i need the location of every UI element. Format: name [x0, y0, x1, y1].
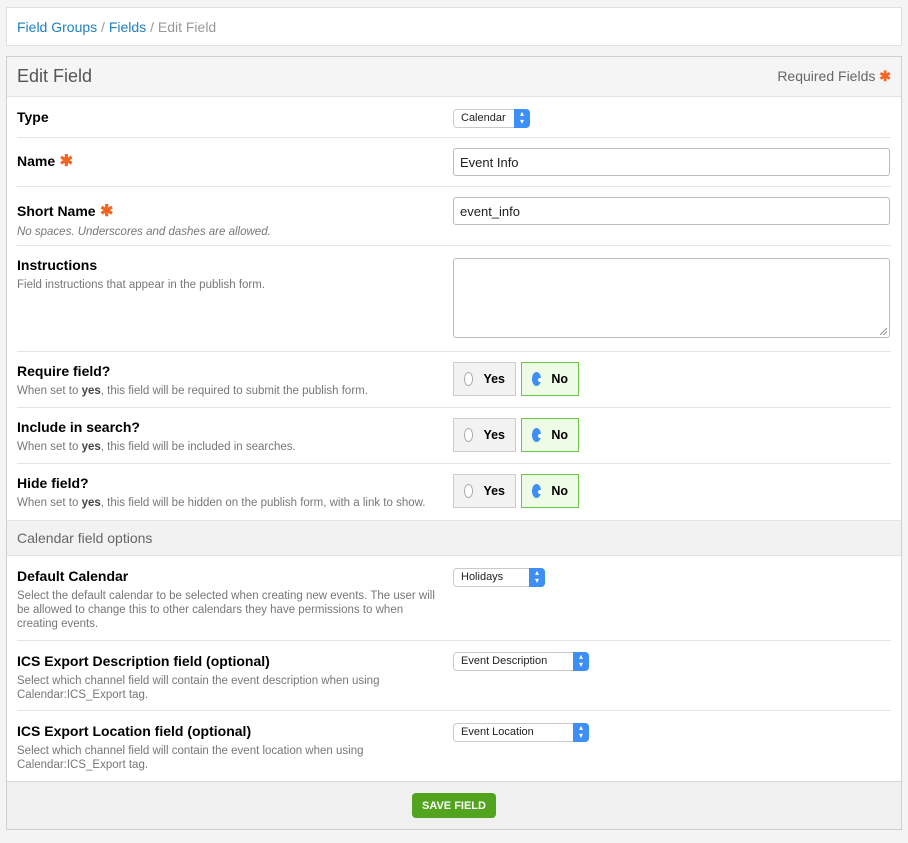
require-field-description: When set to yes, this field will be requ…: [17, 385, 368, 397]
ics-description-label: ICS Export Description field (optional): [17, 653, 270, 669]
breadcrumb-field-groups[interactable]: Field Groups: [17, 19, 97, 35]
include-search-description: When set to yes, this field will be incl…: [17, 441, 296, 453]
panel-header: Edit Field Required Fields ✱: [7, 57, 901, 97]
type-select[interactable]: Calendar ▴ ▾: [453, 108, 530, 128]
resize-grip-icon[interactable]: [880, 328, 887, 335]
hide-field-no[interactable]: No: [521, 474, 579, 508]
required-fields-label: Required Fields: [777, 68, 876, 84]
default-calendar-row: Default Calendar Select the default cale…: [17, 556, 891, 641]
select-arrows-icon: ▴ ▾: [529, 567, 545, 587]
default-calendar-label: Default Calendar: [17, 568, 129, 584]
radio-unchecked-icon: [464, 428, 474, 442]
radio-checked-icon: [532, 484, 543, 498]
form-footer: SAVE FIELD: [7, 781, 901, 829]
ics-location-label: ICS Export Location field (optional): [17, 723, 252, 739]
hide-field-yes[interactable]: Yes: [453, 474, 516, 508]
hide-field-row: Hide field? When set to yes, this field …: [17, 464, 891, 520]
default-calendar-select[interactable]: Holidays ▴ ▾: [453, 567, 545, 587]
select-arrows-icon: ▴ ▾: [573, 651, 589, 671]
hide-field-description: When set to yes, this field will be hidd…: [17, 497, 426, 509]
include-search-no[interactable]: No: [521, 418, 579, 452]
breadcrumb-separator: /: [150, 19, 154, 35]
select-arrows-icon: ▴ ▾: [573, 722, 589, 742]
include-search-toggle: Yes No: [453, 418, 891, 452]
short-name-input[interactable]: [453, 197, 890, 225]
save-field-button[interactable]: SAVE FIELD: [412, 793, 496, 818]
short-name-description: No spaces. Underscores and dashes are al…: [17, 226, 271, 238]
include-search-yes[interactable]: Yes: [453, 418, 516, 452]
short-name-row: Short Name ✱ No spaces. Underscores and …: [17, 187, 891, 246]
required-fields-note: Required Fields ✱: [777, 68, 891, 85]
name-input[interactable]: [453, 148, 890, 176]
instructions-textarea[interactable]: [453, 258, 890, 338]
radio-unchecked-icon: [464, 372, 474, 386]
hide-field-label: Hide field?: [17, 475, 89, 491]
instructions-description: Field instructions that appear in the pu…: [17, 279, 266, 291]
ics-location-select[interactable]: Event Location ▴ ▾: [453, 722, 589, 742]
page-title: Edit Field: [17, 66, 93, 86]
type-label: Type: [17, 109, 49, 125]
breadcrumb-current: Edit Field: [157, 19, 217, 35]
instructions-label: Instructions: [17, 257, 98, 273]
name-row: Name ✱: [17, 138, 891, 187]
name-label: Name: [17, 153, 56, 169]
required-asterisk-icon: ✱: [100, 203, 114, 220]
ics-description-description: Select which channel field will contain …: [17, 675, 380, 701]
breadcrumb-separator: /: [101, 19, 105, 35]
require-field-row: Require field? When set to yes, this fie…: [17, 352, 891, 408]
short-name-label: Short Name: [17, 203, 96, 219]
radio-checked-icon: [532, 428, 543, 442]
ics-description-select[interactable]: Event Description ▴ ▾: [453, 651, 589, 671]
calendar-options-header: Calendar field options: [7, 520, 901, 556]
require-field-no[interactable]: No: [521, 362, 579, 396]
require-field-toggle: Yes No: [453, 362, 891, 396]
ics-location-description: Select which channel field will contain …: [17, 745, 364, 771]
require-field-label: Require field?: [17, 363, 111, 379]
require-field-yes[interactable]: Yes: [453, 362, 516, 396]
select-arrows-icon: ▴ ▾: [514, 108, 530, 128]
instructions-row: Instructions Field instructions that app…: [17, 246, 891, 352]
type-row: Type Calendar ▴ ▾: [17, 97, 891, 138]
breadcrumb-fields[interactable]: Fields: [109, 19, 146, 35]
required-asterisk-icon: ✱: [59, 153, 73, 170]
ics-location-row: ICS Export Location field (optional) Sel…: [17, 711, 891, 787]
breadcrumb: Field Groups / Fields / Edit Field: [6, 7, 902, 46]
default-calendar-description: Select the default calendar to be select…: [17, 590, 435, 630]
hide-field-toggle: Yes No: [453, 474, 891, 508]
radio-unchecked-icon: [464, 484, 474, 498]
type-select-value: Calendar: [461, 112, 506, 124]
required-asterisk-icon: ✱: [879, 68, 891, 84]
include-search-row: Include in search? When set to yes, this…: [17, 408, 891, 464]
edit-field-panel: Edit Field Required Fields ✱ Type Calend…: [6, 56, 902, 830]
ics-description-row: ICS Export Description field (optional) …: [17, 641, 891, 711]
radio-checked-icon: [532, 372, 543, 386]
include-search-label: Include in search?: [17, 419, 140, 435]
